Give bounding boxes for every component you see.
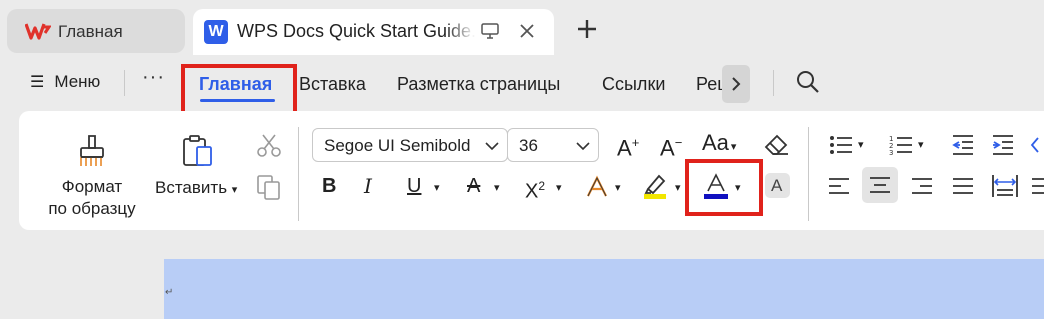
- bold-icon[interactable]: B: [322, 176, 336, 196]
- font-size-value: 36: [519, 136, 538, 155]
- tab-insert[interactable]: Вставка: [299, 74, 366, 95]
- font-size-select[interactable]: 36: [507, 128, 599, 162]
- character-shading-button[interactable]: A: [765, 173, 790, 198]
- format-painter-label-1: Формат: [61, 177, 123, 196]
- divider: [298, 127, 299, 221]
- more-options-button[interactable]: ···: [142, 66, 165, 89]
- chevron-down-icon[interactable]: ▾: [434, 181, 440, 194]
- writer-doc-icon: W: [204, 20, 228, 44]
- text-effects-icon[interactable]: [585, 175, 609, 204]
- chevron-down-icon[interactable]: ▾: [675, 181, 681, 194]
- bullet-list-icon[interactable]: [829, 134, 853, 161]
- divider: [773, 70, 774, 96]
- tab-review-truncated[interactable]: Рец: [696, 74, 722, 95]
- align-left-icon[interactable]: [827, 176, 851, 201]
- line-spacing-icon[interactable]: [1030, 176, 1044, 201]
- format-painter-label-2: по образцу: [48, 199, 136, 218]
- highlighter-icon[interactable]: [643, 172, 669, 205]
- align-center-button[interactable]: [862, 167, 898, 203]
- increase-indent-icon[interactable]: [991, 134, 1015, 161]
- font-name-value: Segoe UI Semibold: [324, 136, 471, 155]
- justify-icon[interactable]: [951, 176, 975, 201]
- scroll-tabs-right-button[interactable]: [722, 65, 750, 103]
- new-tab-plus-icon[interactable]: [575, 17, 599, 46]
- clear-formatting-eraser-icon[interactable]: [764, 133, 790, 162]
- chevron-right-icon: [732, 77, 741, 91]
- svg-text:3: 3: [889, 149, 893, 156]
- distributed-align-icon[interactable]: [991, 173, 1019, 204]
- chevron-down-icon[interactable]: ▾: [918, 138, 924, 151]
- paste-clipboard-icon[interactable]: [181, 134, 215, 173]
- underline-icon[interactable]: U: [407, 176, 421, 196]
- tab-home-label: Главная: [58, 22, 123, 41]
- format-painter-button[interactable]: Формат по образцу: [38, 176, 146, 220]
- chevron-down-icon: ▾: [231, 184, 238, 196]
- highlight-box-font-color: [685, 159, 763, 216]
- monitor-icon[interactable]: [481, 23, 499, 44]
- divider: [124, 70, 125, 96]
- decrease-indent-icon[interactable]: [951, 134, 975, 161]
- close-icon[interactable]: [518, 22, 536, 45]
- numbered-list-icon[interactable]: 123: [889, 134, 913, 161]
- paste-button[interactable]: Вставить ▾: [155, 177, 237, 201]
- text-direction-icon[interactable]: [1030, 134, 1044, 161]
- document-page[interactable]: [164, 259, 1044, 319]
- italic-icon[interactable]: I: [364, 176, 372, 196]
- paragraph-mark-icon: ↵: [165, 287, 174, 298]
- menu-button[interactable]: ☰ Меню: [30, 72, 100, 92]
- tab-page-layout[interactable]: Разметка страницы: [397, 74, 560, 95]
- wps-logo-icon: [24, 22, 52, 40]
- align-center-icon: [870, 177, 890, 193]
- strikethrough-icon[interactable]: A: [467, 176, 480, 196]
- chevron-down-icon[interactable]: ▾: [615, 181, 621, 194]
- menu-button-label: Меню: [54, 72, 101, 91]
- tab-document-label: WPS Docs Quick Start Guide.docx: [237, 21, 475, 42]
- tab-home[interactable]: Главная: [7, 9, 185, 53]
- chevron-down-icon: [576, 142, 590, 151]
- paste-label: Вставить: [155, 178, 228, 197]
- cut-scissors-icon[interactable]: [256, 133, 282, 164]
- copy-icon[interactable]: [256, 174, 282, 205]
- format-painter-icon[interactable]: [75, 134, 109, 173]
- tab-document[interactable]: W WPS Docs Quick Start Guide.docx: [193, 9, 554, 55]
- chevron-down-icon: [485, 142, 499, 151]
- change-case-icon[interactable]: Aa ▾: [702, 132, 736, 157]
- chevron-down-icon[interactable]: ▾: [858, 138, 864, 151]
- chevron-down-icon[interactable]: ▾: [494, 181, 500, 194]
- character-shading-icon: A: [771, 176, 783, 195]
- tab-references[interactable]: Ссылки: [602, 74, 665, 95]
- hamburger-icon: ☰: [30, 74, 45, 91]
- superscript-icon[interactable]: X2: [525, 176, 545, 202]
- decrease-font-size-icon[interactable]: A−: [660, 133, 682, 159]
- increase-font-size-icon[interactable]: A+: [617, 133, 639, 159]
- font-name-select[interactable]: Segoe UI Semibold: [312, 128, 508, 162]
- chevron-down-icon[interactable]: ▾: [556, 181, 562, 194]
- divider: [808, 127, 809, 221]
- search-icon[interactable]: [795, 69, 821, 100]
- align-right-icon[interactable]: [910, 176, 934, 201]
